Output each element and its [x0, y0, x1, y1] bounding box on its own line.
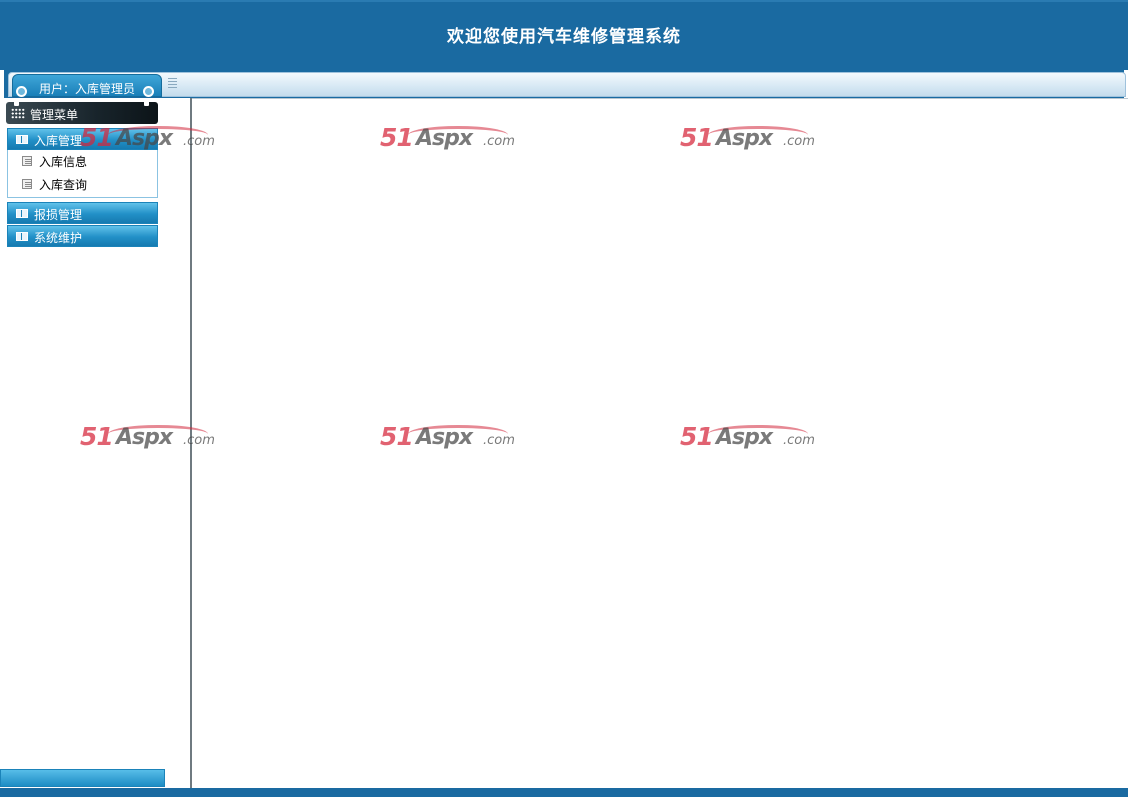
- sidebar: 管理菜单 入库管理 入库信息 入库查询 报损管理 系统维护: [0, 98, 190, 788]
- sidebar-item-inventory-info[interactable]: 入库信息: [8, 150, 158, 172]
- book-icon: [16, 209, 28, 218]
- user-bar: 用户：入库管理员: [4, 70, 1126, 98]
- sidebar-group-system-maintenance[interactable]: 系统维护: [7, 225, 158, 247]
- sidebar-group-label: 入库管理: [34, 134, 83, 148]
- document-icon: [22, 179, 32, 189]
- ring-icon: [143, 86, 154, 97]
- grid-menu-icon: [11, 108, 25, 119]
- sidebar-group-label: 系统维护: [34, 231, 83, 245]
- sidebar-item-label: 入库信息: [39, 155, 88, 169]
- sidebar-group-damage-report[interactable]: 报损管理: [7, 202, 158, 224]
- sidebar-group-inventory-in[interactable]: 入库管理: [7, 128, 158, 150]
- user-label: 用户：入库管理员: [39, 82, 136, 96]
- book-icon: [16, 135, 28, 144]
- pin-icon: [144, 100, 149, 106]
- splitter-grip-icon[interactable]: [168, 78, 177, 90]
- sidebar-item-label: 入库查询: [39, 178, 88, 192]
- main-content-frame: [192, 98, 1128, 788]
- document-icon: [22, 156, 32, 166]
- sidebar-footer: [0, 769, 165, 787]
- sidebar-item-inventory-query[interactable]: 入库查询: [8, 173, 158, 195]
- pin-icon: [14, 100, 19, 106]
- ring-icon: [16, 86, 27, 97]
- menu-title: 管理菜单: [30, 108, 79, 122]
- sidebar-group-body: 入库信息 入库查询: [7, 150, 158, 198]
- menu-header: 管理菜单: [6, 100, 158, 124]
- user-tab: 用户：入库管理员: [12, 74, 162, 97]
- app-header: 欢迎您使用汽车维修管理系统: [0, 0, 1128, 70]
- page-title: 欢迎您使用汽车维修管理系统: [447, 27, 681, 47]
- book-icon: [16, 232, 28, 241]
- bottom-bar: [0, 788, 1128, 797]
- sidebar-group-label: 报损管理: [34, 208, 83, 222]
